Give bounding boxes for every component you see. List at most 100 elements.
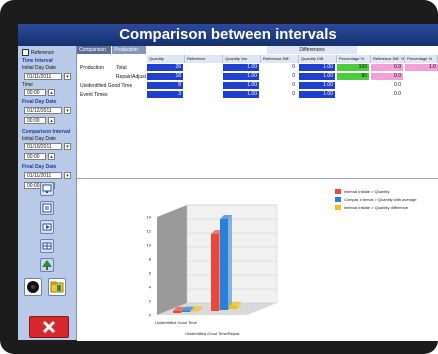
grid-cell[interactable]: 1.00 (223, 82, 259, 89)
print-icon (42, 203, 52, 213)
column-header: Reference Diff. % (371, 55, 405, 63)
grid-cell[interactable] (185, 91, 221, 98)
grid-cell[interactable]: 1.00 (299, 91, 335, 98)
bar-front (220, 219, 228, 310)
grid-cell[interactable] (185, 82, 221, 89)
grid-cell[interactable]: 8 (147, 82, 183, 89)
close-button[interactable] (29, 316, 69, 338)
grid-cell[interactable]: 0 (261, 91, 297, 98)
grid-cell[interactable] (337, 82, 369, 89)
column-header: Quantity Var. (223, 55, 261, 63)
grid-cell[interactable]: 26 (147, 64, 183, 71)
y-tick-label: 0 (149, 313, 152, 318)
chart-side-wall (157, 205, 187, 315)
reference-checkbox[interactable]: Reference (22, 49, 72, 56)
initial-time-field[interactable]: 00:00 (24, 89, 46, 96)
help-icon (27, 281, 39, 293)
chevron-down-icon[interactable]: ▾ (64, 73, 71, 80)
table-button[interactable] (40, 239, 54, 253)
grid-cell[interactable]: 1.0 (405, 64, 438, 71)
app-window: Comparison between intervals Reference T… (0, 0, 438, 354)
comparison-date-field[interactable]: 01/10/2011 (24, 143, 62, 150)
field-label: Time (22, 82, 33, 88)
grid-cell[interactable]: 100 (337, 64, 369, 71)
checkbox-box[interactable] (22, 49, 29, 56)
grid-cell[interactable]: 0.0 (371, 73, 403, 80)
final-date-field[interactable]: 01/12/2011 (24, 107, 62, 114)
bar-chart: 14 12 10 8 6 4 2 0 Unidentified Good Time Unide… (147, 204, 278, 336)
chevron-down-icon[interactable]: ▾ (64, 143, 71, 150)
grid-cell[interactable]: 1.00 (299, 64, 335, 71)
bar-side (228, 215, 232, 310)
grid-cell[interactable]: 0.0 (371, 91, 403, 98)
category-label: Unidentified Good Time/Repair (185, 331, 240, 336)
main-content: Comparison Production Differences Quanti… (77, 46, 438, 341)
export-button[interactable] (40, 220, 54, 234)
grid-cell[interactable]: 3 (147, 91, 183, 98)
bar-front (191, 310, 199, 312)
bar-front (182, 310, 190, 312)
section-heading: Time Interval (22, 58, 53, 64)
grid-cell[interactable]: 80 (337, 73, 369, 80)
y-tick-label: 4 (149, 285, 152, 290)
chevron-down-icon[interactable]: ▾ (64, 107, 71, 114)
print-button[interactable] (40, 201, 54, 215)
initial-date-field[interactable]: 01/11/2011 (24, 73, 62, 80)
y-tick-label: 6 (149, 271, 152, 276)
close-icon (42, 320, 56, 334)
grid-cell[interactable]: 1.00 (299, 73, 335, 80)
y-tick-label: 10 (147, 243, 152, 248)
folder-button[interactable] (48, 278, 66, 296)
group-header: Differences (267, 46, 357, 54)
stepper-icon[interactable]: ▴ (48, 153, 55, 160)
grid-cell[interactable]: 1.00 (223, 91, 259, 98)
column-header: Quantity Diff. (299, 55, 337, 63)
bar-front (229, 305, 237, 309)
tree-icon (42, 260, 52, 270)
sidebar: Reference Time Interval Initial Day Date… (18, 46, 77, 340)
bar-front (173, 310, 181, 313)
grid-tab[interactable]: Production (112, 46, 146, 54)
grid-tab[interactable]: Comparison (77, 46, 111, 54)
grid-cell[interactable] (185, 64, 221, 71)
field-label: Initial Day Date (22, 136, 56, 142)
grid-cell[interactable] (405, 73, 438, 80)
grid-cell[interactable]: 18 (147, 73, 183, 80)
final-time-field[interactable]: 00:00 (24, 117, 46, 124)
comparison-grid: Comparison Production Differences Quanti… (77, 46, 438, 178)
y-tick-label: 14 (147, 215, 152, 220)
grid-cell[interactable]: 0.0 (371, 82, 403, 89)
grid-cell[interactable] (405, 91, 438, 98)
grid-cell[interactable]: 0 (261, 73, 297, 80)
grid-cell[interactable]: 0 (261, 82, 297, 89)
grid-cell[interactable] (185, 73, 221, 80)
column-header: Percentage % (337, 55, 371, 63)
folder-icon (50, 281, 64, 293)
stepper-icon[interactable]: ▴ (48, 117, 55, 124)
row-sublabel: Total (116, 65, 127, 71)
grid-cell[interactable]: 1.00 (223, 64, 259, 71)
export-icon (42, 223, 52, 231)
grid-cell[interactable]: 0 (261, 64, 297, 71)
help-button[interactable] (24, 278, 42, 296)
monitor-button[interactable] (40, 182, 54, 196)
grid-cell[interactable] (337, 91, 369, 98)
stepper-icon[interactable]: ▴ (48, 89, 55, 96)
grid-cell[interactable]: 0.0 (371, 64, 403, 71)
monitor-icon (42, 184, 52, 193)
title-bar: Comparison between intervals (18, 24, 438, 46)
tree-button[interactable] (40, 258, 54, 272)
table-icon (42, 242, 52, 250)
grid-cell[interactable]: 1.00 (223, 73, 259, 80)
row-label (77, 73, 114, 81)
bar-front (211, 234, 219, 311)
comparison-time-field[interactable]: 00:00 (24, 153, 46, 160)
y-tick-label: 8 (149, 257, 152, 262)
grid-cell[interactable]: 1.00 (299, 82, 335, 89)
comparison-final-date-field[interactable]: 01/11/2011 (24, 172, 62, 179)
section-heading: Comparison Interval (22, 129, 71, 135)
column-header: Quantity (147, 55, 185, 63)
chevron-down-icon[interactable]: ▾ (64, 172, 71, 179)
grid-cell[interactable] (405, 82, 438, 89)
y-tick-label: 12 (147, 229, 152, 234)
